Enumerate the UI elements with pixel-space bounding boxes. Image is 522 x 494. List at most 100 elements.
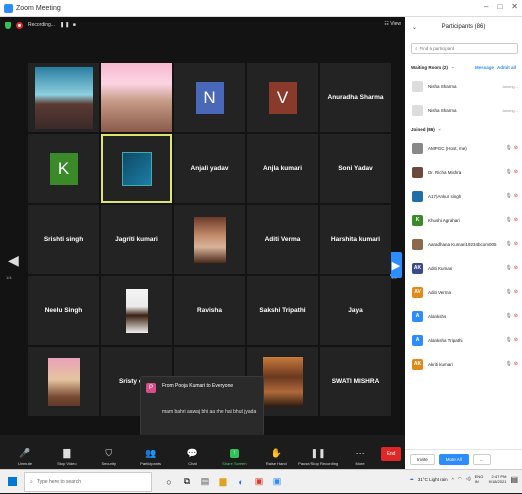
participant-name: A17)Ankur singh (428, 193, 462, 199)
chevron-down-icon[interactable]: ⌄ (412, 24, 417, 31)
search-circle-icon[interactable]: ○ (164, 477, 174, 487)
weather-icon[interactable]: ☁ (409, 476, 414, 482)
participant-row[interactable]: Aaradhana Kumari19234bcom005 🎙 ⊘ (405, 232, 522, 256)
weather-text[interactable]: 31°C Light rain (418, 477, 448, 482)
file-explorer-icon[interactable]: ▤ (200, 476, 210, 487)
participant-search-input[interactable] (419, 46, 510, 51)
office-icon[interactable]: ▣ (254, 476, 264, 487)
mute-all-button[interactable]: Mute All (438, 454, 469, 465)
video-tile[interactable]: Ravisha (174, 276, 245, 345)
video-tile[interactable] (101, 63, 172, 132)
share-screen-icon: ↑ (229, 449, 239, 458)
clock[interactable]: 2:47 PM 9/18/2021 (489, 474, 507, 484)
view-button[interactable]: ☷ View (384, 21, 401, 27)
participant-search[interactable]: ⌕ (411, 43, 518, 54)
recording-controls[interactable]: ❚❚ ■ (60, 22, 77, 28)
network-icon[interactable]: ◠ (458, 476, 462, 482)
participant-status-icons: 🎙 ⊘ (505, 145, 518, 151)
zoom-app-icon[interactable]: ▣ (272, 476, 282, 487)
message-button[interactable]: Message (475, 65, 494, 70)
task-view-icon[interactable]: ⧉ (182, 476, 192, 487)
language-indicator[interactable]: ENG IN (475, 474, 485, 484)
raise-hand-button[interactable]: ✋ Raise Hand (255, 448, 297, 467)
participant-row[interactable]: AK Aditi Kumari 🎙 ⊘ (405, 256, 522, 280)
participant-row[interactable]: A17)Ankur singh 🎙 ⊘ (405, 184, 522, 208)
video-tile[interactable]: SWATI MISHRA (320, 347, 391, 416)
page-indicator-left: 1/4 (6, 275, 12, 280)
video-tile[interactable]: Jagriti kumari (101, 205, 172, 274)
participant-name: Harshita kumari (330, 236, 381, 243)
participants-button[interactable]: 👥 Participants (130, 449, 172, 467)
volume-icon[interactable]: ◁) (466, 476, 471, 482)
video-tile[interactable] (28, 347, 99, 416)
chat-notification[interactable]: P From Pooja Kumari to Everyone mam bahr… (140, 376, 264, 436)
clock-date: 9/18/2021 (488, 479, 507, 484)
video-tile[interactable] (174, 205, 245, 274)
start-button[interactable] (0, 470, 24, 494)
tray-expand-icon[interactable]: ^ (452, 477, 454, 482)
video-tile[interactable]: Anuradha Sharma (320, 63, 391, 132)
more-button[interactable]: ⋯ More (339, 449, 381, 467)
chevron-down-icon[interactable]: ⌄ (451, 64, 455, 70)
share-screen-button[interactable]: ↑ Share Screen (213, 449, 255, 466)
participant-avatar: V (268, 81, 297, 114)
participant-video-image (101, 63, 172, 132)
participant-row[interactable]: Dr. Richa Mishra 🎙 ⊘ (405, 160, 522, 184)
participant-name: Anjali yadav (190, 165, 229, 172)
raise-hand-icon: ✋ (270, 448, 282, 458)
participant-name: Srishti singh (43, 236, 84, 243)
participant-row[interactable]: K Khushi Agrahari 🎙 ⊘ (405, 208, 522, 232)
more-options-button[interactable]: ... (472, 454, 491, 465)
avatar (412, 104, 423, 116)
waiting-row[interactable]: Nisha Sharma Joining... (405, 74, 522, 98)
taskbar-search[interactable]: ⌕ Type here to search (24, 471, 152, 492)
participant-row[interactable]: AMPGC (Host, me) 🎙 ⊘ (405, 136, 522, 160)
system-tray: ☁ 31°C Light rain ^ ◠ ◁) ENG IN 2:47 PM … (409, 474, 518, 484)
chevron-down-icon[interactable]: ⌄ (438, 126, 442, 132)
end-meeting-button[interactable]: End (381, 447, 402, 461)
participant-row[interactable]: A Alanksha Tripathi 🎙 ⊘ (405, 328, 522, 352)
participant-name: Aditi Verma (428, 289, 452, 295)
security-button[interactable]: ⛉ Security (88, 449, 130, 467)
video-tile[interactable]: Neelu Singh (28, 276, 99, 345)
video-off-icon: ⊘ (513, 289, 518, 295)
folder-icon[interactable]: ▆ (218, 476, 228, 487)
video-tile[interactable]: Srishti singh (28, 205, 99, 274)
video-tile[interactable]: Soni Yadav (320, 134, 391, 203)
video-tile[interactable]: Jaya (320, 276, 391, 345)
video-tile[interactable]: Anjali yadav (174, 134, 245, 203)
maximize-icon[interactable]: □ (497, 2, 502, 11)
pause-stop-recording-button[interactable]: ❚❚ Pause/Stop Recording (297, 449, 339, 467)
video-tile[interactable]: Aditi Verma (247, 205, 318, 274)
video-tile[interactable] (101, 134, 172, 203)
video-tile[interactable]: N (174, 63, 245, 132)
video-tile[interactable] (28, 63, 99, 132)
toolbar-label: More (355, 461, 365, 466)
participant-row[interactable]: AK Akriti kumari 🎙 ⊘ (405, 352, 522, 376)
video-tile[interactable]: K (28, 134, 99, 203)
minimize-icon[interactable]: – (484, 2, 488, 11)
encryption-shield-icon[interactable] (5, 21, 11, 29)
video-tile[interactable]: V (247, 63, 318, 132)
notifications-icon[interactable]: ▤ (510, 475, 518, 484)
participant-row[interactable]: A Alankshs 🎙 ⊘ (405, 304, 522, 328)
waiting-row[interactable]: Nisha Sharma Joining... (405, 98, 522, 122)
edge-browser-icon[interactable]: ◐ (236, 477, 246, 487)
stop-video-button[interactable]: ▇ Stop Video (46, 449, 88, 467)
joined-label[interactable]: Joined (86) (411, 127, 435, 132)
participant-status-icons: 🎙 ⊘ (505, 217, 518, 223)
invite-button[interactable]: Invite (410, 454, 435, 465)
recording-indicator-icon (16, 21, 23, 29)
waiting-room-label[interactable]: Waiting Room (2) (411, 65, 448, 70)
video-tile[interactable]: Sakshi Tripathi (247, 276, 318, 345)
video-tile[interactable] (101, 276, 172, 345)
admit-all-button[interactable]: Admit all (497, 65, 516, 70)
mic-icon: 🎙 (505, 337, 512, 343)
prev-page-arrow-icon[interactable]: ◀ (8, 252, 19, 269)
video-tile[interactable]: Anjla kumari (247, 134, 318, 203)
chat-button[interactable]: 💬 Chat (172, 449, 214, 467)
participant-row[interactable]: AV Aditi Verma 🎙 ⊘ (405, 280, 522, 304)
unmute-button[interactable]: 🎤 Unmute (4, 449, 46, 467)
close-icon[interactable]: ✕ (511, 2, 518, 11)
video-tile[interactable]: Harshita kumari (320, 205, 391, 274)
